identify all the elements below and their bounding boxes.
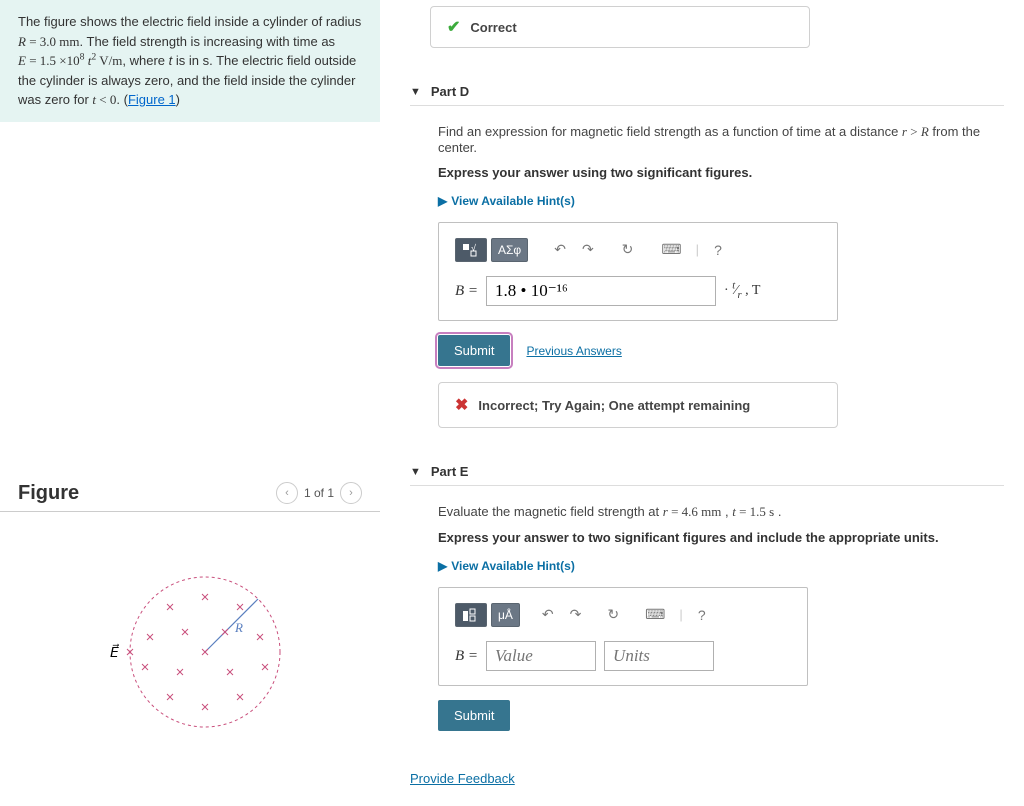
part-e-submit-button[interactable]: Submit bbox=[438, 700, 510, 731]
part-d-header[interactable]: ▼ Part D bbox=[410, 78, 1004, 106]
figure-next-button[interactable]: › bbox=[340, 482, 362, 504]
figure-title: Figure bbox=[18, 482, 79, 505]
check-icon: ✔ bbox=[447, 17, 460, 37]
symbols-button[interactable]: ΑΣφ bbox=[491, 238, 528, 262]
undo-button[interactable]: ↶ bbox=[548, 237, 572, 262]
part-e-units-input[interactable] bbox=[604, 641, 714, 671]
part-d-feedback: ✖ Incorrect; Try Again; One attempt rema… bbox=[438, 382, 838, 428]
part-d-submit-button[interactable]: Submit bbox=[438, 335, 510, 366]
reset-button[interactable]: ↻ bbox=[616, 237, 640, 262]
keyboard-button[interactable]: ⌨ bbox=[655, 237, 687, 262]
caret-down-icon: ▼ bbox=[410, 86, 421, 98]
part-e-toolbar: μÅ ↶ ↷ ↻ ⌨ | ? bbox=[455, 602, 791, 627]
triangle-right-icon: ▶ bbox=[438, 559, 447, 573]
problem-statement: The figure shows the electric field insi… bbox=[0, 0, 380, 122]
part-d-instruction: Express your answer using two significan… bbox=[438, 165, 1004, 180]
units-symbols-button[interactable]: μÅ bbox=[491, 603, 520, 627]
left-column: The figure shows the electric field insi… bbox=[0, 0, 380, 806]
part-d-body: Find an expression for magnetic field st… bbox=[410, 124, 1004, 428]
part-d-units: · t⁄r , T bbox=[724, 283, 760, 299]
part-d-toolbar: √ ΑΣφ ↶ ↷ ↻ ⌨ | ? bbox=[455, 237, 821, 262]
templates-button[interactable]: √ bbox=[455, 238, 487, 262]
part-e-answer-box: μÅ ↶ ↷ ↻ ⌨ | ? B = bbox=[438, 587, 808, 686]
part-e-prompt: Evaluate the magnetic field strength at … bbox=[438, 504, 1004, 520]
redo-button[interactable]: ↷ bbox=[576, 237, 600, 262]
part-e-lhs: B = bbox=[455, 648, 478, 665]
part-e-body: Evaluate the magnetic field strength at … bbox=[410, 504, 1004, 731]
part-e-hints-toggle[interactable]: ▶ View Available Hint(s) bbox=[438, 559, 1004, 573]
part-e-header[interactable]: ▼ Part E bbox=[410, 458, 1004, 486]
undo-button[interactable]: ↶ bbox=[536, 602, 560, 627]
part-d-lhs: B = bbox=[455, 283, 478, 300]
feedback-text: Incorrect; Try Again; One attempt remain… bbox=[478, 398, 750, 413]
figure-canvas: R bbox=[0, 552, 380, 755]
help-button[interactable]: ? bbox=[691, 603, 713, 627]
part-d-previous-answers-link[interactable]: Previous Answers bbox=[526, 344, 621, 358]
figure-counter: 1 of 1 bbox=[304, 486, 334, 500]
help-button[interactable]: ? bbox=[707, 238, 729, 262]
part-d-prompt: Find an expression for magnetic field st… bbox=[438, 124, 1004, 155]
part-d-input[interactable] bbox=[486, 276, 716, 306]
figure-header: Figure ‹ 1 of 1 › bbox=[0, 482, 380, 512]
part-d-hints-toggle[interactable]: ▶ View Available Hint(s) bbox=[438, 194, 1004, 208]
part-e-instruction: Express your answer to two significant f… bbox=[438, 530, 1004, 545]
triangle-right-icon: ▶ bbox=[438, 194, 447, 208]
figure-E-label: E⃗ bbox=[110, 643, 119, 661]
templates-button[interactable] bbox=[455, 603, 487, 627]
provide-feedback-link[interactable]: Provide Feedback bbox=[410, 771, 515, 786]
part-c-correct-banner: ✔ Correct bbox=[430, 6, 810, 48]
keyboard-button[interactable]: ⌨ bbox=[639, 602, 671, 627]
reset-button[interactable]: ↻ bbox=[601, 602, 625, 627]
correct-label: Correct bbox=[470, 20, 516, 35]
caret-down-icon: ▼ bbox=[410, 466, 421, 478]
part-e-title: Part E bbox=[431, 464, 469, 479]
figure-R-label: R bbox=[234, 620, 243, 635]
part-e-value-input[interactable] bbox=[486, 641, 596, 671]
x-icon: ✖ bbox=[455, 395, 468, 415]
right-column: ✔ Correct ▼ Part D Find an expression fo… bbox=[380, 0, 1024, 806]
redo-button[interactable]: ↷ bbox=[564, 602, 588, 627]
part-d-answer-box: √ ΑΣφ ↶ ↷ ↻ ⌨ | ? B = · t⁄r , T bbox=[438, 222, 838, 321]
part-d-title: Part D bbox=[431, 84, 469, 99]
figure-prev-button[interactable]: ‹ bbox=[276, 482, 298, 504]
